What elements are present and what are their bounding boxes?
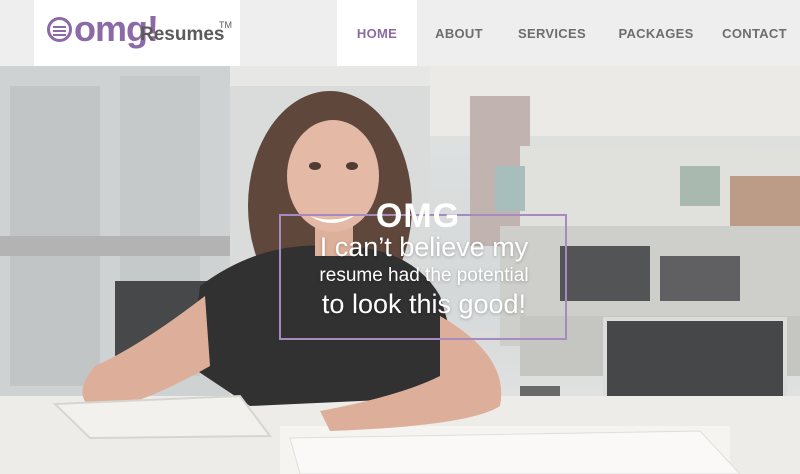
site-logo[interactable]: omg! Resumes TM [34,0,240,66]
headline-line-3: to look this good! [321,289,527,319]
headline-line-2: resume had the potential [319,265,529,286]
nav-contact[interactable]: CONTACT [709,0,800,66]
headline-omg: OMG [375,197,461,235]
nav-packages[interactable]: PACKAGES [603,0,709,66]
logo-trademark: TM [219,20,232,30]
nav-home[interactable]: HOME [337,0,417,66]
logo-resumes-text: Resumes [140,24,225,45]
nav-services[interactable]: SERVICES [501,0,603,66]
headline-line-1: I can’t believe my [319,232,529,262]
speech-bubble-icon [47,17,72,42]
top-navigation-bar: omg! Resumes TM HOME ABOUT SERVICES PACK… [0,0,800,66]
main-menu: HOME ABOUT SERVICES PACKAGES CONTACT [337,0,800,66]
hero-banner: OMG I can’t believe my resume had the po… [0,66,800,474]
nav-about[interactable]: ABOUT [417,0,501,66]
